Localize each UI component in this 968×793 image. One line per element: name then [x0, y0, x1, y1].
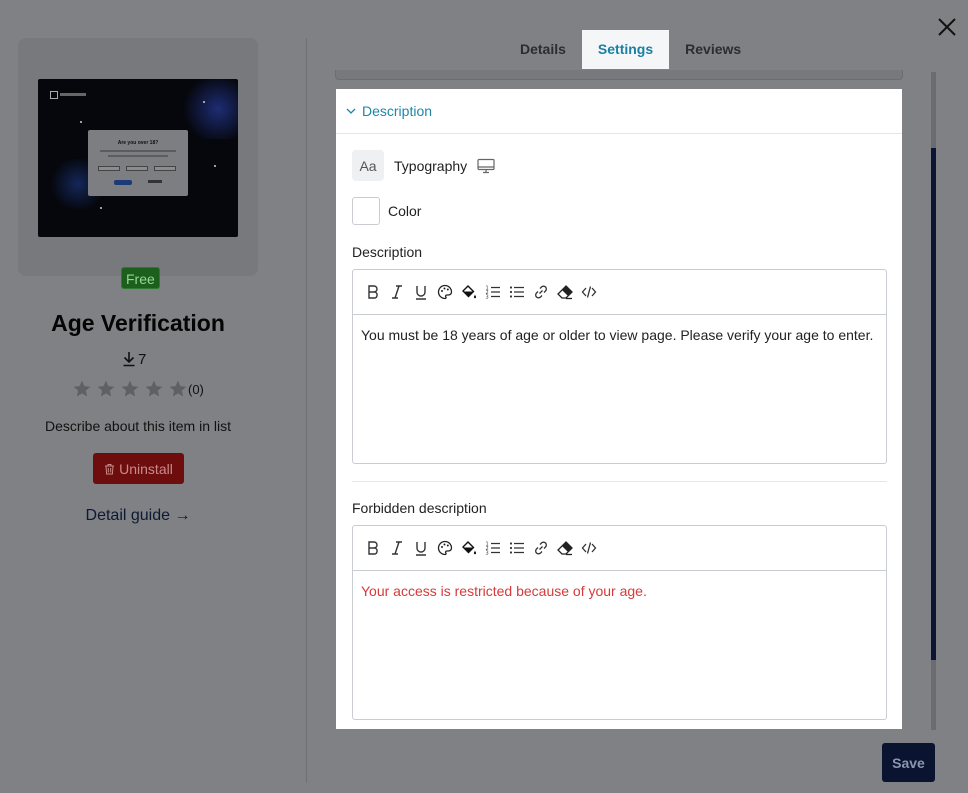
close-icon[interactable] [934, 14, 960, 40]
tab-details[interactable]: Details [504, 30, 582, 69]
fill-color-icon[interactable] [460, 539, 478, 557]
app-title: Age Verification [51, 310, 225, 336]
uninstall-button[interactable]: Uninstall [93, 453, 184, 484]
color-row: Color [352, 197, 421, 225]
ordered-list-icon[interactable]: 123 [484, 283, 502, 301]
link-icon[interactable] [532, 539, 550, 557]
collapsed-section-edge [335, 70, 903, 80]
forbidden-description-label: Forbidden description [352, 500, 487, 516]
italic-icon[interactable] [388, 283, 406, 301]
underline-icon[interactable] [412, 283, 430, 301]
typography-row: Aa Typography [352, 150, 495, 181]
tab-settings[interactable]: Settings [581, 30, 670, 69]
svg-text:3: 3 [486, 295, 489, 301]
editor-toolbar: 123 [353, 526, 886, 571]
fill-color-icon[interactable] [460, 283, 478, 301]
forbidden-text-area[interactable]: Your access is restricted because of you… [353, 571, 886, 719]
bold-icon[interactable] [364, 283, 382, 301]
color-swatch[interactable] [352, 197, 380, 225]
star-icon [97, 380, 115, 397]
item-description: Describe about this item in list [45, 418, 231, 434]
tab-reviews[interactable]: Reviews [669, 30, 757, 69]
download-icon [123, 352, 135, 367]
scrollbar-thumb[interactable] [931, 148, 936, 660]
description-editor: 123 You must be 18 years of age or older… [352, 269, 887, 464]
svg-text:3: 3 [486, 551, 489, 557]
description-label: Description [352, 244, 423, 260]
panel-divider [306, 38, 307, 783]
thumbnail-card: Are you over 18? [18, 38, 258, 276]
palette-icon[interactable] [436, 539, 454, 557]
eraser-icon[interactable] [556, 539, 574, 557]
detail-guide-link[interactable]: Detail guide → [18, 507, 258, 525]
eraser-icon[interactable] [556, 283, 574, 301]
link-icon[interactable] [532, 283, 550, 301]
trash-icon [105, 463, 115, 474]
save-button[interactable]: Save [882, 743, 935, 782]
downloads-value: 7 [138, 350, 147, 368]
section-title: Description [362, 103, 433, 119]
app-thumbnail: Are you over 18? [38, 79, 238, 237]
code-icon[interactable] [580, 539, 598, 557]
thumbnail-modal-title: Are you over 18? [117, 140, 159, 146]
tab-bar: Details Settings Reviews [504, 30, 757, 69]
palette-icon[interactable] [436, 283, 454, 301]
star-icon [145, 380, 163, 397]
section-separator [352, 481, 887, 482]
price-badge: Free [121, 267, 160, 289]
description-text-area[interactable]: You must be 18 years of age or older to … [353, 315, 886, 463]
bullet-list-icon[interactable] [508, 539, 526, 557]
bullet-list-icon[interactable] [508, 283, 526, 301]
code-icon[interactable] [580, 283, 598, 301]
editor-toolbar: 123 [353, 270, 886, 315]
description-settings-card: Description Aa Typography Color Descript… [336, 89, 902, 729]
star-icon [121, 380, 139, 397]
typography-button[interactable]: Aa [352, 150, 384, 181]
italic-icon[interactable] [388, 539, 406, 557]
bold-icon[interactable] [364, 539, 382, 557]
desktop-icon[interactable] [477, 158, 495, 174]
ordered-list-icon[interactable]: 123 [484, 539, 502, 557]
star-icon [169, 380, 187, 397]
color-label: Color [388, 203, 422, 219]
downloads-count: 7 [122, 349, 146, 369]
description-section-header[interactable]: Description [336, 89, 902, 134]
chevron-down-icon [346, 108, 356, 114]
typography-label: Typography [394, 157, 468, 174]
forbidden-description-editor: 123 Your access is restricted because of… [352, 525, 887, 720]
star-rating: (0) [72, 379, 204, 399]
star-icon [73, 380, 91, 397]
underline-icon[interactable] [412, 539, 430, 557]
rating-count: (0) [188, 381, 204, 397]
uninstall-label: Uninstall [119, 460, 173, 477]
